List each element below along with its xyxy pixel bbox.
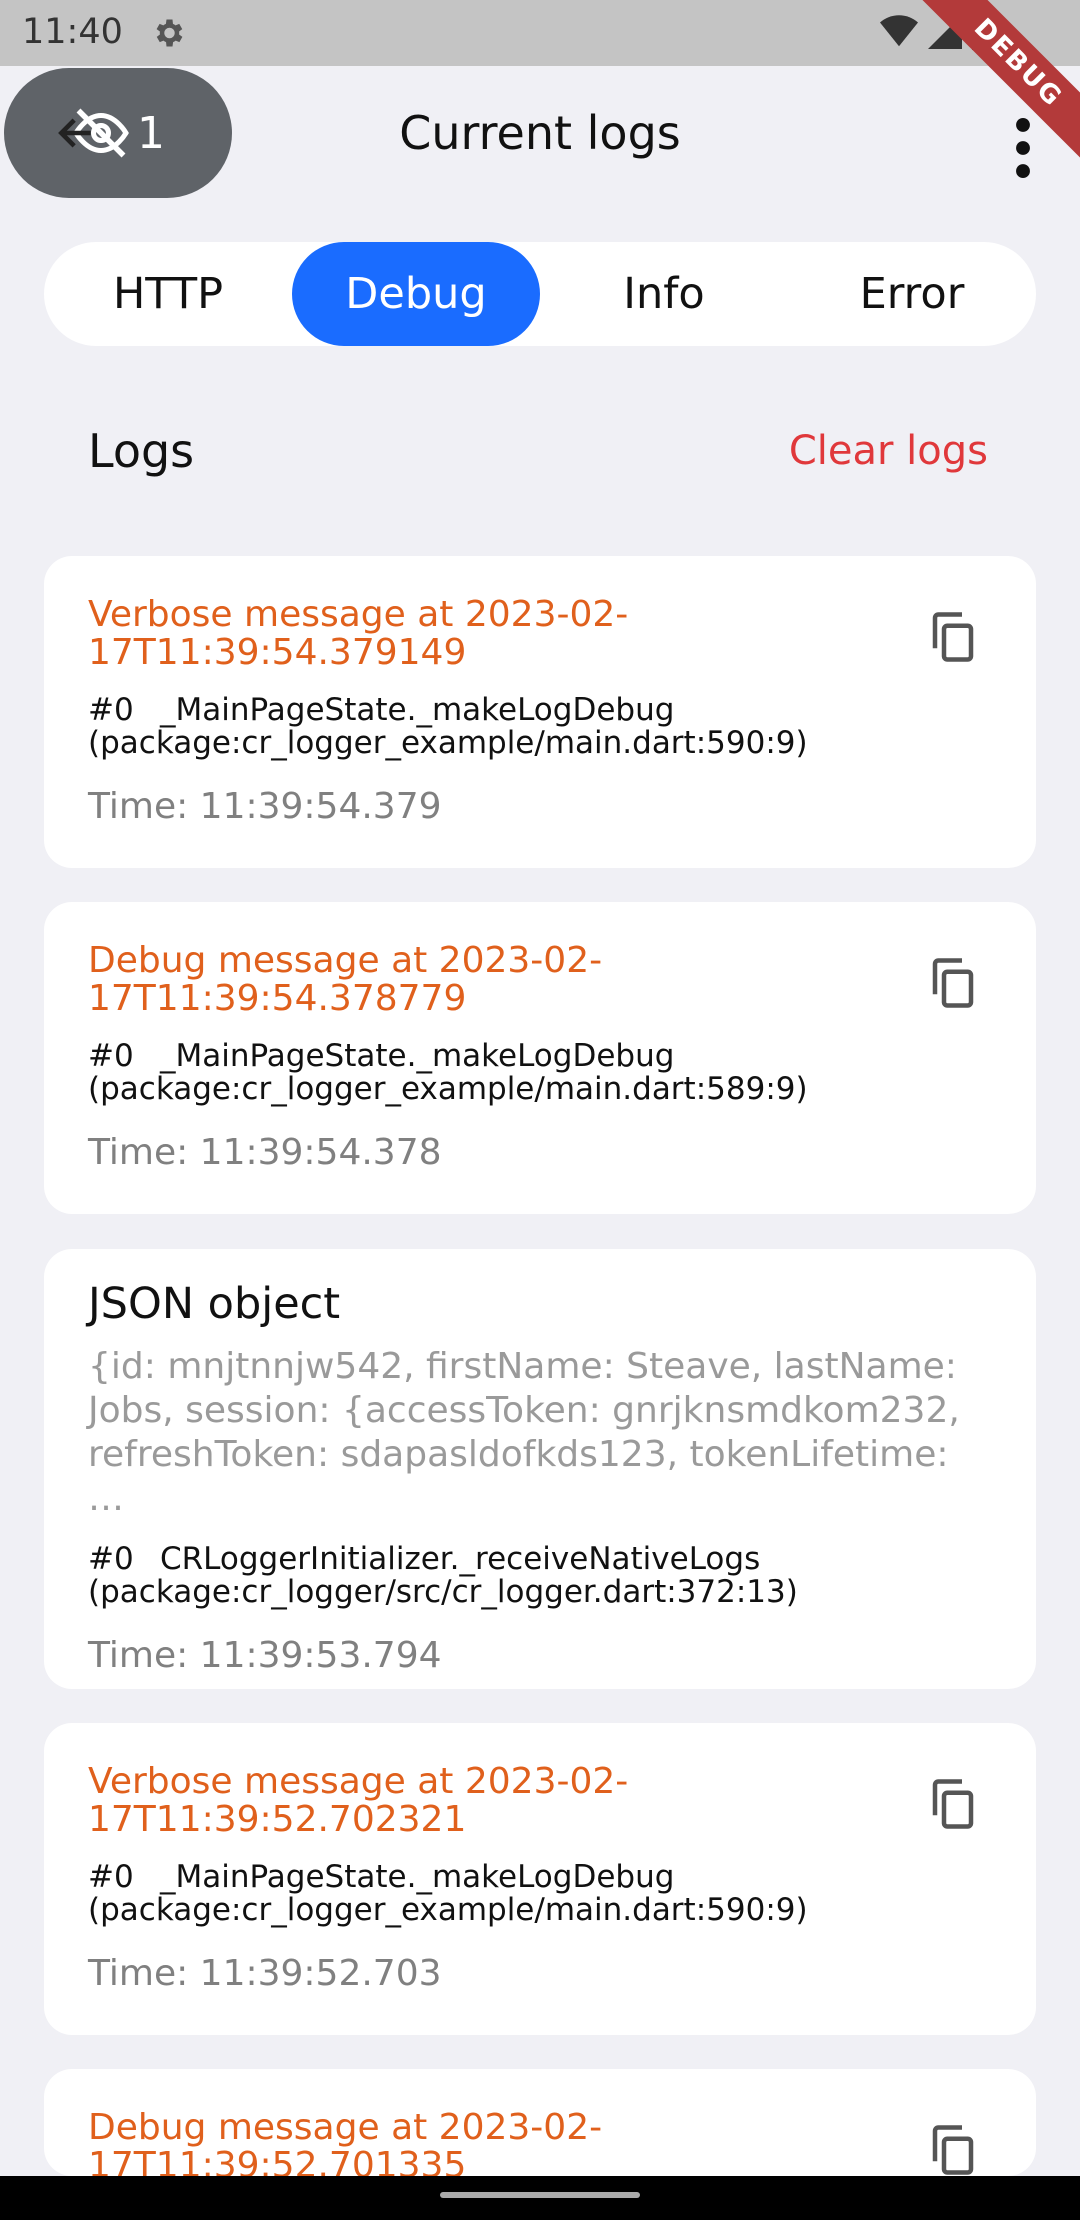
log-card[interactable]: Verbose message at 2023-02-17T11:39:54.3… (44, 556, 1036, 868)
clear-logs-button[interactable]: Clear logs (789, 428, 988, 474)
trace-function: _MainPageState._makeLogDebug (160, 1859, 675, 1895)
trace-function: _MainPageState._makeLogDebug (160, 1038, 675, 1074)
copy-icon[interactable] (926, 1777, 980, 1831)
log-card[interactable]: Debug message at 2023-02-17T11:39:52.701… (44, 2069, 1036, 2176)
log-time: Time: 11:39:53.794 (88, 1635, 442, 1676)
tab-debug[interactable]: Debug (292, 242, 540, 346)
log-title: Verbose message at 2023-02-17T11:39:52.7… (88, 1761, 629, 1840)
log-title: Verbose message at 2023-02-17T11:39:54.3… (88, 594, 629, 673)
log-title: Debug message at 2023-02-17T11:39:54.378… (88, 940, 603, 1019)
tab-http[interactable]: HTTP (44, 242, 292, 346)
trace-location: (package:cr_logger_example/main.dart:589… (88, 1071, 808, 1107)
app-bar: 1 Current logs (0, 66, 1080, 216)
tab-info[interactable]: Info (540, 242, 788, 346)
copy-icon[interactable] (926, 610, 980, 664)
log-title: JSON object (88, 1279, 341, 1329)
log-time: Time: 11:39:52.703 (88, 1953, 442, 1994)
page-title: Current logs (399, 106, 681, 160)
trace-index: #0 (88, 1859, 134, 1895)
log-time: Time: 11:39:54.379 (88, 786, 442, 827)
trace-location: (package:cr_logger_example/main.dart:590… (88, 725, 808, 761)
json-preview: {id: mnjtnnjw542, firstName: Steave, las… (88, 1346, 960, 1519)
log-card[interactable]: Debug message at 2023-02-17T11:39:54.378… (44, 902, 1036, 1214)
log-card-json[interactable]: JSON object {id: mnjtnnjw542, firstName:… (44, 1249, 1036, 1689)
copy-icon[interactable] (926, 956, 980, 1010)
more-vert-icon[interactable] (1016, 118, 1030, 178)
log-type-tabs: HTTP Debug Info Error (44, 242, 1036, 346)
logs-section-title: Logs (88, 424, 195, 478)
log-stack-trace: #0 _MainPageState._makeLogDebug (package:… (88, 694, 992, 760)
status-bar: 11:40 (0, 0, 1080, 66)
wifi-icon (880, 15, 918, 47)
trace-index: #0 (88, 1541, 134, 1577)
copy-icon[interactable] (926, 2123, 980, 2176)
log-time: Time: 11:39:54.378 (88, 1132, 442, 1173)
trace-function: _MainPageState._makeLogDebug (160, 692, 675, 728)
log-card[interactable]: Verbose message at 2023-02-17T11:39:52.7… (44, 1723, 1036, 2035)
gear-icon (156, 19, 183, 47)
log-stack-trace: #0 CRLoggerInitializer._receiveNativeLogs… (88, 1543, 992, 1609)
trace-index: #0 (88, 692, 134, 728)
home-gesture-handle[interactable] (440, 2192, 640, 2198)
tab-error[interactable]: Error (788, 242, 1036, 346)
log-stack-trace: #0 _MainPageState._makeLogDebug (package:… (88, 1040, 992, 1106)
trace-location: (package:cr_logger_example/main.dart:590… (88, 1892, 808, 1928)
trace-function: CRLoggerInitializer._receiveNativeLogs (160, 1541, 761, 1577)
trace-location: (package:cr_logger/src/cr_logger.dart:37… (88, 1574, 798, 1610)
log-stack-trace: #0 _MainPageState._makeLogDebug (package:… (88, 1861, 992, 1927)
log-title: Debug message at 2023-02-17T11:39:52.701… (88, 2107, 603, 2177)
trace-index: #0 (88, 1038, 134, 1074)
status-time: 11:40 (22, 12, 123, 52)
system-nav-bar (0, 2176, 1080, 2220)
